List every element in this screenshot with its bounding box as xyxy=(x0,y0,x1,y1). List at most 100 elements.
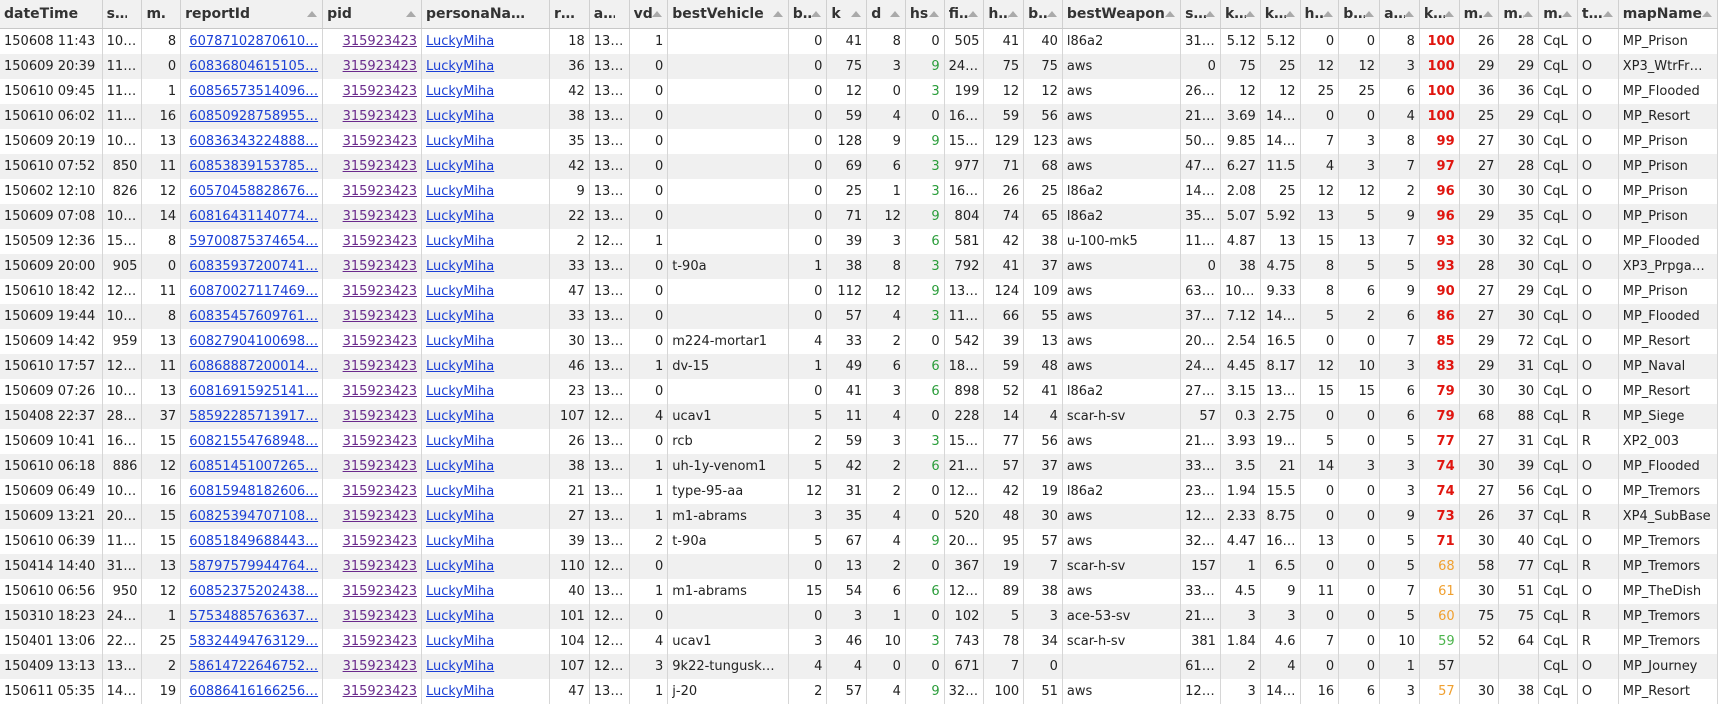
cell-reportId[interactable]: 60852375202438… xyxy=(181,579,323,604)
table-row[interactable]: 150610 06:0211811660850928758955…3159234… xyxy=(0,104,1718,129)
table-row[interactable]: 150401 13:0622582558324494763129…3159234… xyxy=(0,629,1718,654)
table-row[interactable]: 150310 18:232405157534885763637…31592342… xyxy=(0,604,1718,629)
column-header-mapName[interactable]: mapName xyxy=(1618,0,1717,29)
personaName-link[interactable]: LuckyMiha xyxy=(426,334,494,349)
table-row[interactable]: 150609 07:2610001360816915925141…3159234… xyxy=(0,379,1718,404)
cell-personaName[interactable]: LuckyMiha xyxy=(422,529,550,554)
column-header-reportId[interactable]: reportId xyxy=(181,0,323,29)
column-header-d[interactable]: d xyxy=(867,0,906,29)
cell-reportId[interactable]: 58797579944764… xyxy=(181,554,323,579)
personaName-link[interactable]: LuckyMiha xyxy=(426,34,494,49)
sort-arrow-icon[interactable] xyxy=(1364,11,1374,17)
column-header-kpr[interactable]: kpr xyxy=(1419,0,1459,29)
table-row[interactable]: 150409 13:131399258614722646752…31592342… xyxy=(0,654,1718,679)
reportId-link[interactable]: 60853839153785… xyxy=(189,159,318,174)
cell-pid[interactable]: 315923423 xyxy=(323,654,422,679)
cell-personaName[interactable]: LuckyMiha xyxy=(422,29,550,55)
column-header-max1[interactable]: max xyxy=(1459,0,1499,29)
cell-personaName[interactable]: LuckyMiha xyxy=(422,229,550,254)
cell-pid[interactable]: 315923423 xyxy=(323,279,422,304)
pid-link[interactable]: 315923423 xyxy=(343,659,417,674)
pid-link[interactable]: 315923423 xyxy=(343,409,417,424)
sort-arrow-icon[interactable] xyxy=(652,11,662,17)
cell-pid[interactable]: 315923423 xyxy=(323,354,422,379)
pid-link[interactable]: 315923423 xyxy=(343,184,417,199)
cell-pid[interactable]: 315923423 xyxy=(323,529,422,554)
reportId-link[interactable]: 60570458828676… xyxy=(189,184,318,199)
sort-arrow-icon[interactable] xyxy=(1245,11,1255,17)
cell-reportId[interactable]: 60856573514096… xyxy=(181,79,323,104)
column-header-bvk[interactable]: bvk xyxy=(788,0,827,29)
personaName-link[interactable]: LuckyMiha xyxy=(426,234,494,249)
personaName-link[interactable]: LuckyMiha xyxy=(426,434,494,449)
pid-link[interactable]: 315923423 xyxy=(343,584,417,599)
table-row[interactable]: 150610 06:3911881560851849688443…3159234… xyxy=(0,529,1718,554)
column-header-vd[interactable]: vd xyxy=(629,0,668,29)
sort-arrow-icon[interactable] xyxy=(1008,11,1018,17)
pid-link[interactable]: 315923423 xyxy=(343,509,417,524)
cell-pid[interactable]: 315923423 xyxy=(323,179,422,204)
personaName-link[interactable]: LuckyMiha xyxy=(426,184,494,199)
personaName-link[interactable]: LuckyMiha xyxy=(426,484,494,499)
column-header-bestVehicle[interactable]: bestVehicle xyxy=(668,0,788,29)
table-row[interactable]: 150608 11:431084860787102870610…31592342… xyxy=(0,29,1718,55)
cell-pid[interactable]: 315923423 xyxy=(323,629,422,654)
table-row[interactable]: 150602 12:108261260570458828676…31592342… xyxy=(0,179,1718,204)
cell-pid[interactable]: 315923423 xyxy=(323,154,422,179)
pid-link[interactable]: 315923423 xyxy=(343,559,417,574)
table-row[interactable]: 150609 14:429591360827904100698…31592342… xyxy=(0,329,1718,354)
cell-personaName[interactable]: LuckyMiha xyxy=(422,79,550,104)
cell-pid[interactable]: 315923423 xyxy=(323,679,422,704)
sort-arrow-icon[interactable] xyxy=(890,11,900,17)
cell-personaName[interactable]: LuckyMiha xyxy=(422,354,550,379)
cell-pid[interactable]: 315923423 xyxy=(323,304,422,329)
column-header-spm[interactable]: spm xyxy=(1181,0,1221,29)
personaName-link[interactable]: LuckyMiha xyxy=(426,59,494,74)
reportId-link[interactable]: 60835457609761… xyxy=(189,309,318,324)
pid-link[interactable]: 315923423 xyxy=(343,609,417,624)
reportId-link[interactable]: 60787102870610… xyxy=(189,34,318,49)
reportId-link[interactable]: 60886416166256… xyxy=(189,684,318,699)
table-row[interactable]: 150609 19:441080860835457609761…31592342… xyxy=(0,304,1718,329)
table-row[interactable]: 150609 20:391119060836804615105…31592342… xyxy=(0,54,1718,79)
table-row[interactable]: 150609 20:00905060835937200741…315923423… xyxy=(0,254,1718,279)
personaName-link[interactable]: LuckyMiha xyxy=(426,559,494,574)
column-header-dateTime[interactable]: dateTime xyxy=(0,0,102,29)
column-header-acc[interactable]: acc xyxy=(1380,0,1420,29)
column-header-hskr[interactable]: hskr xyxy=(1300,0,1339,29)
cell-reportId[interactable]: 60870027117469… xyxy=(181,279,323,304)
reportId-link[interactable]: 60868887200014… xyxy=(189,359,318,374)
cell-personaName[interactable]: LuckyMiha xyxy=(422,479,550,504)
cell-reportId[interactable]: 60825394707108… xyxy=(181,504,323,529)
cell-reportId[interactable]: 58592285713917… xyxy=(181,404,323,429)
cell-reportId[interactable]: 60851451007265… xyxy=(181,454,323,479)
personaName-link[interactable]: LuckyMiha xyxy=(426,384,494,399)
column-header-bestWeapon[interactable]: bestWeapon xyxy=(1062,0,1180,29)
cell-pid[interactable]: 315923423 xyxy=(323,604,422,629)
table-row[interactable]: 150610 06:569501260852375202438…31592342… xyxy=(0,579,1718,604)
reportId-link[interactable]: 60821554768948… xyxy=(189,434,318,449)
reportId-link[interactable]: 60851451007265… xyxy=(189,459,318,474)
cell-personaName[interactable]: LuckyMiha xyxy=(422,279,550,304)
cell-pid[interactable]: 315923423 xyxy=(323,429,422,454)
cell-personaName[interactable]: LuckyMiha xyxy=(422,404,550,429)
personaName-link[interactable]: LuckyMiha xyxy=(426,309,494,324)
sort-arrow-icon[interactable] xyxy=(1444,11,1454,17)
column-header-fired[interactable]: fired xyxy=(944,0,984,29)
cell-pid[interactable]: 315923423 xyxy=(323,204,422,229)
column-header-bwk[interactable]: bwk xyxy=(1024,0,1063,29)
cell-pid[interactable]: 315923423 xyxy=(323,579,422,604)
personaName-link[interactable]: LuckyMiha xyxy=(426,284,494,299)
personaName-link[interactable]: LuckyMiha xyxy=(426,659,494,674)
cell-reportId[interactable]: 60853839153785… xyxy=(181,154,323,179)
personaName-link[interactable]: LuckyMiha xyxy=(426,534,494,549)
pid-link[interactable]: 315923423 xyxy=(343,684,417,699)
sort-arrow-icon[interactable] xyxy=(1483,11,1493,17)
cell-personaName[interactable]: LuckyMiha xyxy=(422,604,550,629)
personaName-link[interactable]: LuckyMiha xyxy=(426,409,494,424)
table-row[interactable]: 150610 07:528501160853839153785…31592342… xyxy=(0,154,1718,179)
cell-reportId[interactable]: 60851849688443… xyxy=(181,529,323,554)
cell-pid[interactable]: 315923423 xyxy=(323,379,422,404)
cell-reportId[interactable]: 60850928758955… xyxy=(181,104,323,129)
cell-reportId[interactable]: 57534885763637… xyxy=(181,604,323,629)
